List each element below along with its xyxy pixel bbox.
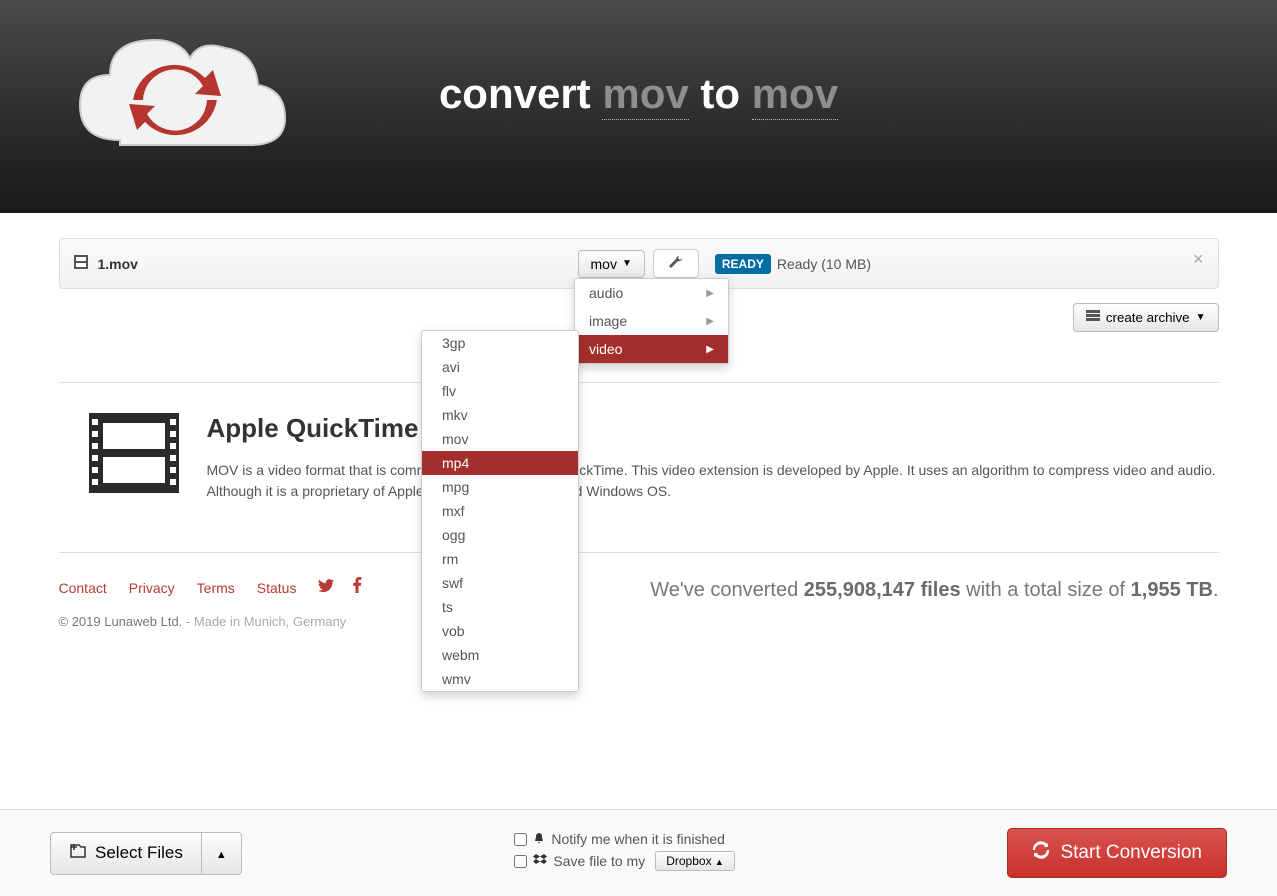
stats-prefix: We've converted (650, 579, 804, 601)
format-item-3gp[interactable]: 3gp (422, 331, 578, 355)
format-item-mxf[interactable]: mxf (422, 499, 578, 523)
chevron-right-icon: ▶ (706, 316, 714, 327)
made-in: - Made in Munich, Germany (182, 614, 346, 629)
notify-label: Notify me when it is finished (551, 831, 725, 847)
start-conversion-button[interactable]: Start Conversion (1007, 828, 1227, 878)
file-name: 1.mov (98, 256, 578, 272)
page-title: convert mov to mov (0, 70, 1277, 118)
from-format[interactable]: mov (602, 70, 688, 120)
format-item-webm[interactable]: webm (422, 643, 578, 667)
create-archive-label: create archive (1106, 310, 1190, 325)
save-label: Save file to my (553, 853, 645, 869)
format-item-mov[interactable]: mov (422, 427, 578, 451)
add-file-icon (69, 843, 87, 864)
status-badge: READY (715, 254, 771, 274)
film-large-icon (59, 413, 179, 502)
settings-button[interactable] (653, 249, 699, 278)
refresh-icon (1032, 841, 1050, 865)
stats-suffix: . (1213, 579, 1219, 601)
format-menu: 3gpaviflvmkvmovmp4mpgmxfoggrmswftsvobweb… (421, 330, 579, 692)
create-archive-button[interactable]: create archive ▼ (1073, 303, 1219, 332)
info-heading: Apple QuickTime (207, 413, 1219, 444)
caret-down-icon: ▼ (1196, 312, 1206, 323)
format-dropdown[interactable]: mov ▼ (578, 250, 645, 278)
wrench-icon (668, 257, 684, 272)
footer-link-terms[interactable]: Terms (197, 580, 235, 596)
film-icon (74, 255, 88, 272)
chevron-right-icon: ▶ (706, 288, 714, 299)
bottom-bar: Select Files ▲ Notify me when it is fini… (0, 809, 1277, 896)
footer-link-contact[interactable]: Contact (59, 580, 107, 596)
category-item-image[interactable]: image ▶ (575, 307, 728, 335)
stats-mid: with a total size of (961, 579, 1131, 601)
copyright: © 2019 Lunaweb Ltd. (59, 614, 183, 629)
select-files-label: Select Files (95, 843, 183, 863)
notify-checkbox[interactable] (514, 833, 527, 846)
category-label: audio (589, 285, 623, 301)
header-band: convert mov to mov (0, 0, 1277, 213)
footer-link-status[interactable]: Status (257, 580, 297, 596)
facebook-icon[interactable] (352, 580, 362, 596)
info-section: Apple QuickTime MOV is a video format th… (59, 382, 1219, 502)
close-icon[interactable]: × (1193, 249, 1204, 270)
dropbox-dropdown[interactable]: Dropbox ▲ (655, 851, 735, 871)
format-item-mkv[interactable]: mkv (422, 403, 578, 427)
category-item-audio[interactable]: audio ▶ (575, 279, 728, 307)
twitter-icon[interactable] (318, 580, 334, 596)
category-item-video[interactable]: video ▶ (575, 335, 728, 363)
format-dropdown-label: mov (591, 256, 617, 272)
to-format[interactable]: mov (752, 70, 838, 120)
footer: Contact Privacy Terms Status © 2019 Lunaweb… (59, 552, 1219, 629)
format-item-mpg[interactable]: mpg (422, 475, 578, 499)
category-label: video (589, 341, 622, 357)
bell-icon (533, 831, 545, 847)
title-mid: to (689, 70, 752, 117)
save-option[interactable]: Save file to my Dropbox ▲ (514, 851, 734, 871)
archive-icon (1086, 310, 1100, 325)
format-item-wmv[interactable]: wmv (422, 667, 578, 691)
title-prefix: convert (439, 70, 602, 117)
info-body: MOV is a video format that is commonly a… (207, 460, 1219, 502)
format-item-avi[interactable]: avi (422, 355, 578, 379)
category-label: image (589, 313, 627, 329)
format-item-vob[interactable]: vob (422, 619, 578, 643)
format-item-swf[interactable]: swf (422, 571, 578, 595)
caret-up-icon: ▲ (216, 849, 227, 861)
format-item-ts[interactable]: ts (422, 595, 578, 619)
format-item-flv[interactable]: flv (422, 379, 578, 403)
stats-count: 255,908,147 files (804, 579, 961, 601)
start-label: Start Conversion (1060, 842, 1202, 864)
save-checkbox[interactable] (514, 855, 527, 868)
select-files-button[interactable]: Select Files (50, 832, 202, 875)
dropbox-icon (533, 853, 547, 869)
category-menu: audio ▶ image ▶ video ▶ (574, 278, 729, 364)
format-item-ogg[interactable]: ogg (422, 523, 578, 547)
notify-option[interactable]: Notify me when it is finished (514, 831, 734, 847)
select-files-caret[interactable]: ▲ (202, 832, 242, 875)
status-text: Ready (10 MB) (777, 256, 871, 272)
format-item-mp4[interactable]: mp4 (422, 451, 578, 475)
footer-link-privacy[interactable]: Privacy (129, 580, 175, 596)
format-item-rm[interactable]: rm (422, 547, 578, 571)
caret-up-icon: ▲ (715, 857, 724, 867)
chevron-right-icon: ▶ (706, 344, 714, 355)
dropbox-label: Dropbox (666, 854, 711, 868)
caret-down-icon: ▼ (622, 258, 632, 269)
stats: We've converted 255,908,147 files with a… (650, 579, 1218, 629)
stats-size: 1,955 TB (1131, 579, 1213, 601)
